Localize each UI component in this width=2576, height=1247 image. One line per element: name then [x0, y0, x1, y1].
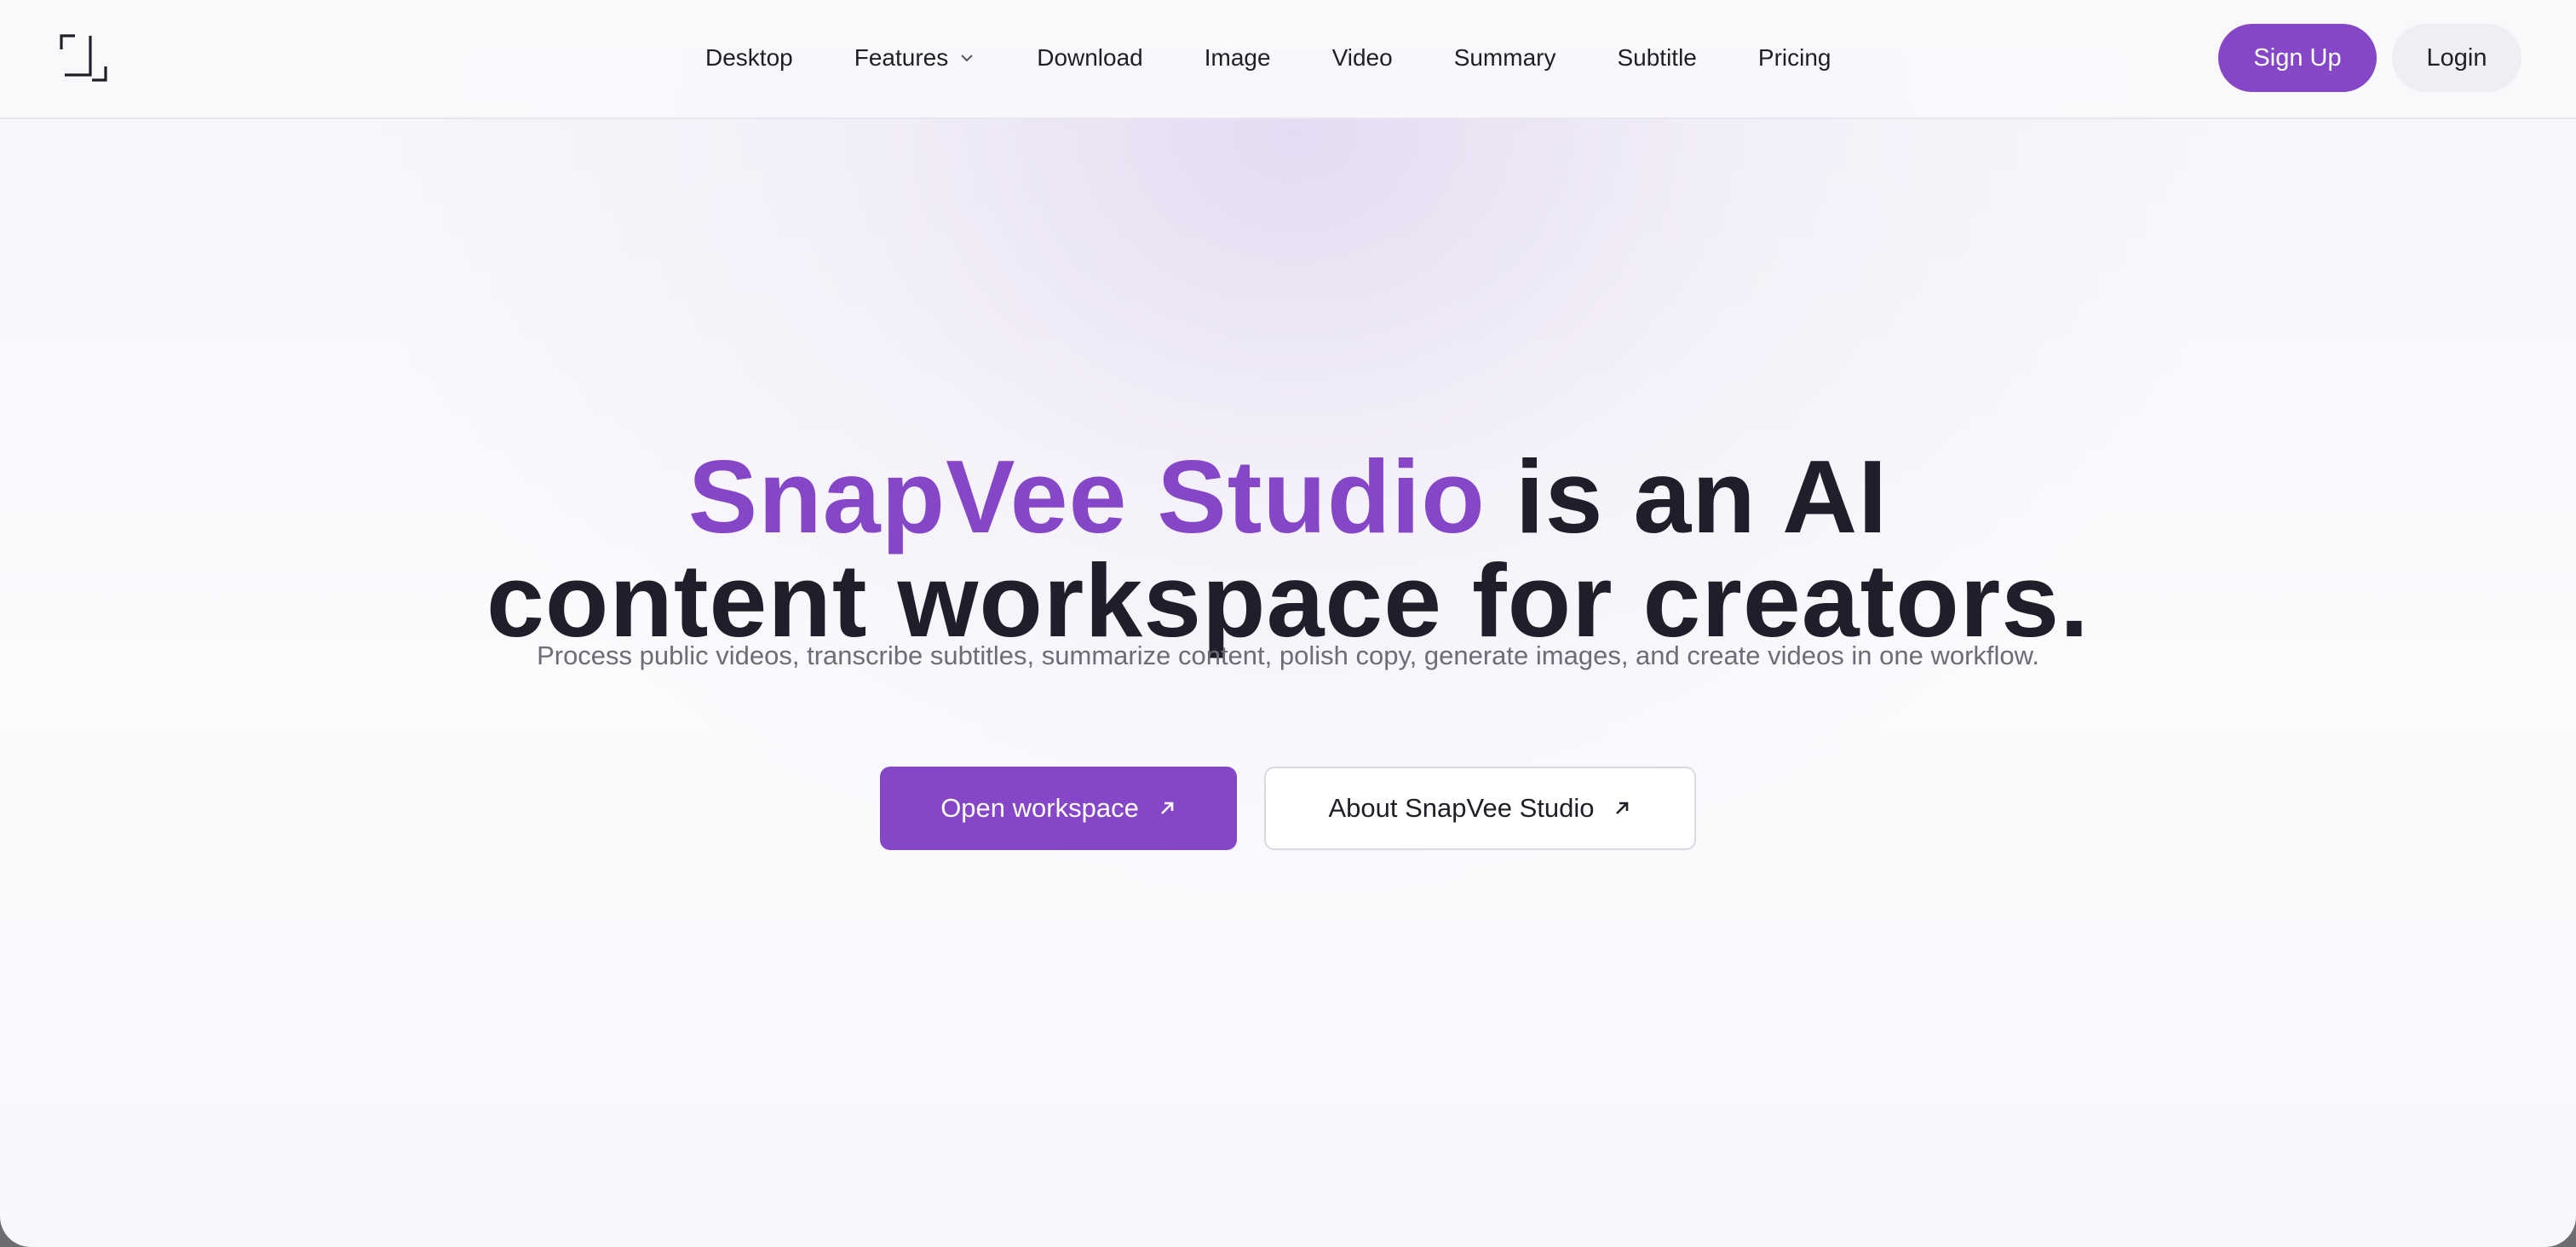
nav-summary-label: Summary: [1453, 44, 1556, 71]
nav-download[interactable]: Download: [1037, 44, 1143, 72]
nav-download-label: Download: [1037, 44, 1143, 71]
nav-subtitle-label: Subtitle: [1617, 44, 1697, 71]
nav-pricing[interactable]: Pricing: [1758, 44, 1831, 72]
nav-subtitle[interactable]: Subtitle: [1617, 44, 1696, 72]
sign-up-button[interactable]: Sign Up: [2218, 24, 2377, 92]
arrow-up-right-icon: [1613, 799, 1631, 818]
hero-title-line-1: SnapVee Studio is an AI: [0, 445, 2576, 549]
about-snapvee-label: About SnapVee Studio: [1328, 793, 1595, 823]
nav-video-label: Video: [1331, 44, 1393, 71]
nav-desktop-label: Desktop: [705, 44, 793, 71]
hero-title-line-2: content workspace for creators.: [486, 542, 2090, 658]
nav-image[interactable]: Image: [1205, 44, 1271, 72]
main-nav: Desktop Features Download Image Video Su…: [705, 0, 1831, 116]
hero-subtitle: Process public videos, transcribe subtit…: [537, 641, 2039, 670]
hero-title-rest: is an AI: [1485, 438, 1889, 555]
nav-desktop[interactable]: Desktop: [705, 44, 793, 72]
arrow-up-right-icon: [1158, 799, 1176, 818]
hero-title-brand: SnapVee Studio: [687, 438, 1486, 555]
nav-summary[interactable]: Summary: [1454, 44, 1556, 72]
open-workspace-label: Open workspace: [940, 793, 1139, 823]
nav-features[interactable]: Features: [854, 44, 976, 72]
chevron-down-icon: [958, 52, 975, 64]
nav-video[interactable]: Video: [1332, 44, 1393, 72]
nav-features-label: Features: [854, 44, 949, 71]
site-logo-icon[interactable]: [56, 31, 111, 85]
top-navigation-bar: Desktop Features Download Image Video Su…: [0, 0, 2576, 119]
nav-image-label: Image: [1204, 44, 1271, 71]
hero-title: SnapVee Studio is an AI content workspac…: [0, 445, 2576, 652]
about-snapvee-button[interactable]: About SnapVee Studio: [1264, 767, 1696, 850]
browser-viewport: Desktop Features Download Image Video Su…: [0, 0, 2576, 1247]
open-workspace-button[interactable]: Open workspace: [880, 767, 1237, 850]
nav-pricing-label: Pricing: [1757, 44, 1831, 71]
login-button[interactable]: Login: [2392, 24, 2521, 92]
